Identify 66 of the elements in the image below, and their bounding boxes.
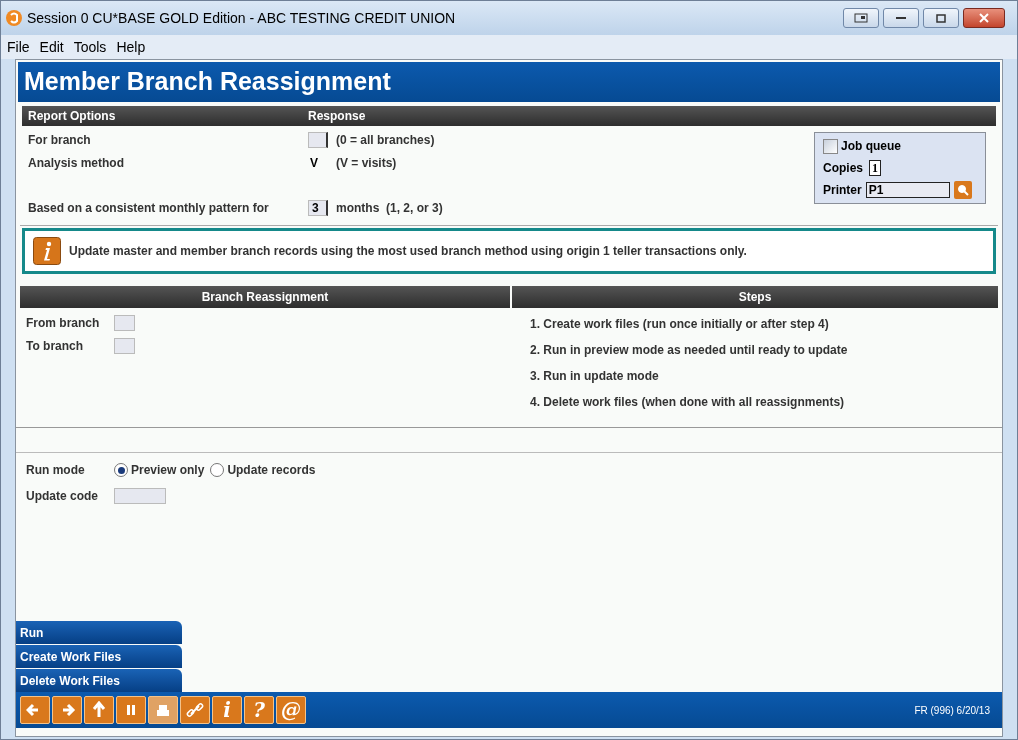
up-arrow-icon <box>92 701 106 719</box>
section-header: Branch Reassignment <box>20 286 510 308</box>
field-label: Run mode <box>26 462 86 479</box>
field-value: V <box>309 154 319 172</box>
action-button[interactable]: Delete Work Files <box>16 669 182 692</box>
toolbar-button[interactable] <box>180 696 210 724</box>
close-icon <box>979 13 989 23</box>
update-code-field[interactable] <box>114 488 166 504</box>
info-icon <box>33 237 61 265</box>
action-button[interactable]: Run <box>16 621 182 644</box>
column-header: Report Options <box>27 108 117 125</box>
copies-field[interactable]: 1 <box>869 160 881 176</box>
restore-button[interactable] <box>843 8 879 28</box>
menu-item[interactable]: File <box>7 36 30 58</box>
minimize-button[interactable] <box>883 8 919 28</box>
app-logo-icon <box>5 9 23 27</box>
window-icon <box>854 13 868 23</box>
toolbar-button[interactable] <box>116 696 146 724</box>
minimize-icon <box>896 16 906 20</box>
hint-text: (V = visits) <box>336 154 397 172</box>
step-text: 4. Delete work files (when done with all reassignments) <box>530 394 846 411</box>
status-text: FR (996) 6/20/13 <box>914 703 990 718</box>
input-field[interactable] <box>114 314 135 331</box>
pause-icon <box>125 703 137 717</box>
toolbar-button[interactable] <box>20 696 50 724</box>
maximize-icon <box>936 13 946 23</box>
field-label: Printer <box>823 182 862 199</box>
menu-item[interactable]: Help <box>116 36 146 58</box>
checkbox-label: Job queue <box>841 138 901 155</box>
step-text: 2. Run in preview mode as needed until ready to update <box>530 342 849 359</box>
menu-item[interactable]: Edit <box>39 36 64 58</box>
search-icon <box>956 184 969 196</box>
menu-item[interactable]: Tools <box>73 36 107 58</box>
step-text: 3. Run in update mode <box>530 368 660 385</box>
printer-icon <box>155 702 171 718</box>
field-label: From branch <box>26 314 101 332</box>
field-label: Based on a consistent monthly pattern for <box>27 199 270 217</box>
close-button[interactable] <box>963 8 1005 28</box>
hint-text: (0 = all branches) <box>336 131 435 149</box>
field-label: Analysis method <box>27 154 126 172</box>
search-button[interactable] <box>953 181 972 199</box>
radio-label: Update records <box>227 462 316 479</box>
maximize-button[interactable] <box>923 8 959 28</box>
input-field[interactable] <box>114 337 135 354</box>
radio-button[interactable] <box>114 463 128 477</box>
window-title: Session 0 CU*BASE GOLD Edition - ABC TESTING CREDIT UNION <box>27 8 456 28</box>
field-label: For branch <box>27 131 92 149</box>
page-title: Member Branch Reassignment <box>24 66 391 98</box>
column-header: Response <box>308 108 366 125</box>
radio-button[interactable] <box>210 463 225 477</box>
radio-label: Preview only <box>131 462 205 479</box>
section-header: Steps <box>512 286 998 308</box>
action-button[interactable]: Create Work Files <box>16 645 182 668</box>
input-field[interactable]: 3 <box>308 199 328 216</box>
field-label: Update code <box>26 488 99 505</box>
toolbar-button[interactable] <box>84 696 114 724</box>
field-label: Copies <box>823 160 863 177</box>
hint-text: months (1, 2, or 3) <box>336 199 443 217</box>
input-field[interactable] <box>308 131 328 148</box>
link-icon <box>186 701 204 719</box>
printer-field[interactable]: P1 <box>865 182 950 198</box>
checkbox[interactable] <box>823 138 838 154</box>
info-message: Update master and member branch records using the most used branch method using origin 1 teller transactions only. <box>69 243 747 260</box>
field-label: To branch <box>26 337 85 355</box>
toolbar-button[interactable] <box>52 696 82 724</box>
step-text: 1. Create work files (run once initially or after step 4) <box>530 316 830 333</box>
